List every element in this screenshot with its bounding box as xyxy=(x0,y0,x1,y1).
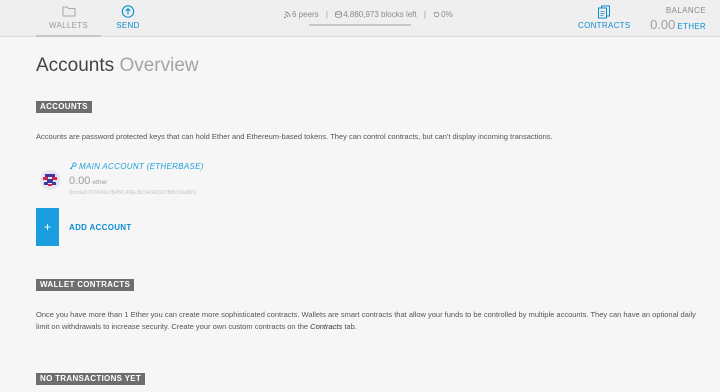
account-name[interactable]: MAIN ACCOUNT (ETHERBASE) xyxy=(69,162,204,171)
sync-icon xyxy=(433,11,440,18)
plus-icon: + xyxy=(36,208,59,246)
peers-count: 6 peers xyxy=(292,10,319,19)
blocks-left: 4,880,973 blocks left xyxy=(343,10,417,19)
nav-wallets-label: WALLETS xyxy=(48,21,89,30)
page-title: Accounts Overview xyxy=(36,55,199,77)
nav-send-tab[interactable]: SEND xyxy=(110,0,146,37)
wallet-contracts-section-tag: WALLET CONTRACTS xyxy=(36,279,135,291)
signal-icon xyxy=(284,11,291,18)
balance-unit[interactable]: ETHER xyxy=(677,22,706,31)
active-tab-indicator xyxy=(36,35,101,37)
balance-amount: 0.00 xyxy=(650,17,676,32)
contracts-icon xyxy=(598,5,610,19)
accounts-description: Accounts are password protected keys tha… xyxy=(36,132,553,141)
add-account-label: ADD ACCOUNT xyxy=(69,223,132,232)
account-identicon xyxy=(40,170,60,190)
account-item[interactable]: MAIN ACCOUNT (ETHERBASE) 0.00 ether 0xdda… xyxy=(40,162,340,202)
page-title-main: Accounts xyxy=(36,55,115,76)
account-address: 0xdda0767849e3B45C49EcBC4dA3917B8c50a80S xyxy=(69,190,196,196)
sync-status: 6 peers | 4,880,973 blocks left | 0% xyxy=(284,10,453,19)
arrow-up-circle-icon xyxy=(121,5,135,18)
folder-icon xyxy=(62,6,75,17)
nav-send-label: SEND xyxy=(116,21,140,30)
nav-contracts-label: CONTRACTS xyxy=(578,21,631,30)
balance-display: BALANCE 0.00 ETHER xyxy=(650,6,706,32)
key-icon xyxy=(69,162,77,170)
nav-contracts-tab[interactable]: CONTRACTS xyxy=(578,0,630,37)
sync-progress: 0% xyxy=(441,10,453,19)
accounts-section-tag: ACCOUNTS xyxy=(36,101,92,113)
nav-wallets-tab[interactable]: WALLETS xyxy=(36,0,101,37)
page-title-suffix: Overview xyxy=(119,55,199,76)
contracts-tab-link[interactable]: Contracts xyxy=(310,322,342,331)
add-account-button[interactable]: + ADD ACCOUNT xyxy=(36,208,186,246)
blocks-icon xyxy=(335,11,343,18)
wallet-contracts-description: Once you have more than 1 Ether you can … xyxy=(36,310,696,331)
top-bar: WALLETS SEND 6 peers | 4,880,973 blocks … xyxy=(0,0,720,37)
account-balance: 0.00 ether xyxy=(69,175,108,187)
transactions-section-tag: NO TRANSACTIONS YET xyxy=(36,373,146,385)
balance-label: BALANCE xyxy=(665,6,706,15)
sync-progress-bar xyxy=(309,24,411,26)
